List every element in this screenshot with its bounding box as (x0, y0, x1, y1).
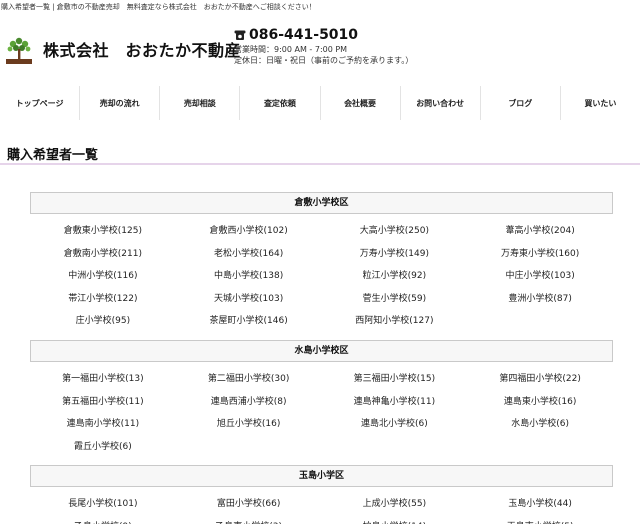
site-header: 株式会社 おおたか不動産 086-441-5010 営業時間：9:00 AM -… (0, 24, 640, 74)
district-list: 倉敷小学校区 倉敷東小学校(125) 倉敷西小学校(102) 大高小学校(250) 葦高… (30, 192, 613, 524)
school-link[interactable]: 中島小学校(138) (176, 265, 322, 288)
school-link[interactable]: 乙島東小学校(3) (176, 516, 322, 524)
school-grid: 長尾小学校(101)富田小学校(66)上成小学校(55)玉島小学校(44) 乙島小… (30, 493, 613, 524)
district-section: 水島小学校区 第一福田小学校(13) 第二福田小学校(30) 第三福田小学校(15) 第… (30, 339, 613, 458)
school-link[interactable]: 帯江小学校(122) (30, 288, 176, 311)
nav-item-company[interactable]: 会社概要 (321, 86, 401, 120)
school-link[interactable]: 倉敷東小学校(125) (30, 220, 176, 243)
holiday-info: 定休日：日曜・祝日（事前のご予約を承ります。） (234, 56, 414, 65)
school-link[interactable]: 霞丘小学校(6) (30, 436, 176, 459)
contact-block: 086-441-5010 営業時間：9:00 AM - 7:00 PM 定休日：… (234, 26, 413, 66)
school-link[interactable]: 第一福田小学校(13) (30, 368, 176, 391)
school-link[interactable]: 乙島小学校(9) (30, 516, 176, 524)
school-link[interactable]: 茶屋町小学校(146) (176, 310, 322, 333)
nav-item-blog[interactable]: ブログ (481, 86, 561, 120)
district-header: 玉島小学区 (30, 465, 613, 488)
phone-number[interactable]: 086-441-5010 (249, 26, 358, 44)
district-section: 玉島小学区長尾小学校(101) 富田小学校(66) 上成小学校(55) 玉島小学校(4… (30, 465, 613, 524)
school-link[interactable]: 中洲小学校(116) (30, 265, 176, 288)
district-section: 倉敷小学校区 倉敷東小学校(125) 倉敷西小学校(102) 大高小学校(250) 葦高… (30, 192, 613, 333)
nav-item-consult[interactable]: 売却相談 (160, 86, 241, 120)
phone-icon (234, 30, 246, 40)
school-link[interactable]: 老松小学校(164) (176, 243, 322, 266)
school-link[interactable]: 旭丘小学校(16) (176, 413, 322, 436)
page-title: 購入希望者一覧 (7, 148, 99, 163)
school-link[interactable]: 万寿東小学校(160) (467, 243, 613, 266)
phone-line: 086-441-5010 (234, 26, 413, 44)
school-link[interactable]: 連島西浦小学校(8) (176, 391, 322, 414)
business-hours: 営業時間：9:00 AM - 7:00 PM (234, 45, 348, 54)
school-link[interactable]: 天城小学校(103) (176, 288, 322, 311)
school-link[interactable]: 大高小学校(250) (322, 220, 468, 243)
school-link[interactable]: 第二福田小学校(30) (176, 368, 322, 391)
school-link[interactable]: 葦高小学校(204) (467, 220, 613, 243)
school-link[interactable]: 上成小学校(55) (322, 493, 468, 516)
school-link[interactable]: 庄小学校(95) (30, 310, 176, 333)
school-grid: 倉敷東小学校(125) 倉敷西小学校(102) 大高小学校(250) 葦高小学校(20… (30, 220, 613, 333)
main-nav: トップページ 売却の流れ 売却相談 査定依頼 会社概要 お問い合わせ ブログ 買… (0, 86, 640, 120)
nav-item-appraisal[interactable]: 査定依頼 (240, 86, 321, 120)
school-link[interactable]: 倉敷南小学校(211) (30, 243, 176, 266)
nav-item-flow[interactable]: 売却の流れ (80, 86, 161, 120)
school-grid: 第一福田小学校(13) 第二福田小学校(30) 第三福田小学校(15) 第四福田小学校… (30, 368, 613, 458)
school-link[interactable]: 中庄小学校(103) (467, 265, 613, 288)
district-header: 倉敷小学校区 (30, 192, 613, 214)
school-link[interactable]: 玉島小学校(44) (467, 493, 613, 516)
school-link[interactable]: 柏島小学校(14) (322, 516, 468, 524)
school-link[interactable]: 菅生小学校(59) (322, 288, 468, 311)
school-link[interactable]: 連島南小学校(11) (30, 413, 176, 436)
school-link[interactable]: 第四福田小学校(22) (467, 368, 613, 391)
school-link[interactable]: 西阿知小学校(127) (322, 310, 468, 333)
title-divider (0, 163, 640, 165)
school-link[interactable]: 倉敷西小学校(102) (176, 220, 322, 243)
nav-item-buy[interactable]: 買いたい (561, 86, 640, 120)
school-link[interactable]: 玉島南小学校(5) (467, 516, 613, 524)
school-link[interactable]: 長尾小学校(101) (30, 493, 176, 516)
school-link[interactable]: 豊洲小学校(87) (467, 288, 613, 311)
school-link[interactable]: 連島神亀小学校(11) (322, 391, 468, 414)
school-link[interactable]: 水島小学校(6) (467, 413, 613, 436)
district-header: 水島小学校区 (30, 339, 613, 362)
company-name[interactable]: 株式会社 おおたか不動産 (43, 37, 241, 61)
school-link[interactable]: 連島東小学校(16) (467, 391, 613, 414)
tree-logo-icon[interactable] (4, 34, 34, 66)
school-link[interactable]: 第五福田小学校(11) (30, 391, 176, 414)
school-link[interactable]: 連島北小学校(6) (322, 413, 468, 436)
nav-item-top[interactable]: トップページ (0, 86, 81, 120)
school-link[interactable]: 万寿小学校(149) (322, 243, 468, 266)
top-info-bar: 購入希望者一覧 | 倉敷市の不動産売却 無料査定なら株式会社 おおたか不動産へご… (1, 3, 316, 11)
school-link[interactable]: 粒江小学校(92) (322, 265, 468, 288)
nav-item-contact[interactable]: お問い合わせ (401, 86, 481, 120)
school-link[interactable]: 富田小学校(66) (176, 493, 322, 516)
school-link[interactable]: 第三福田小学校(15) (322, 368, 468, 391)
